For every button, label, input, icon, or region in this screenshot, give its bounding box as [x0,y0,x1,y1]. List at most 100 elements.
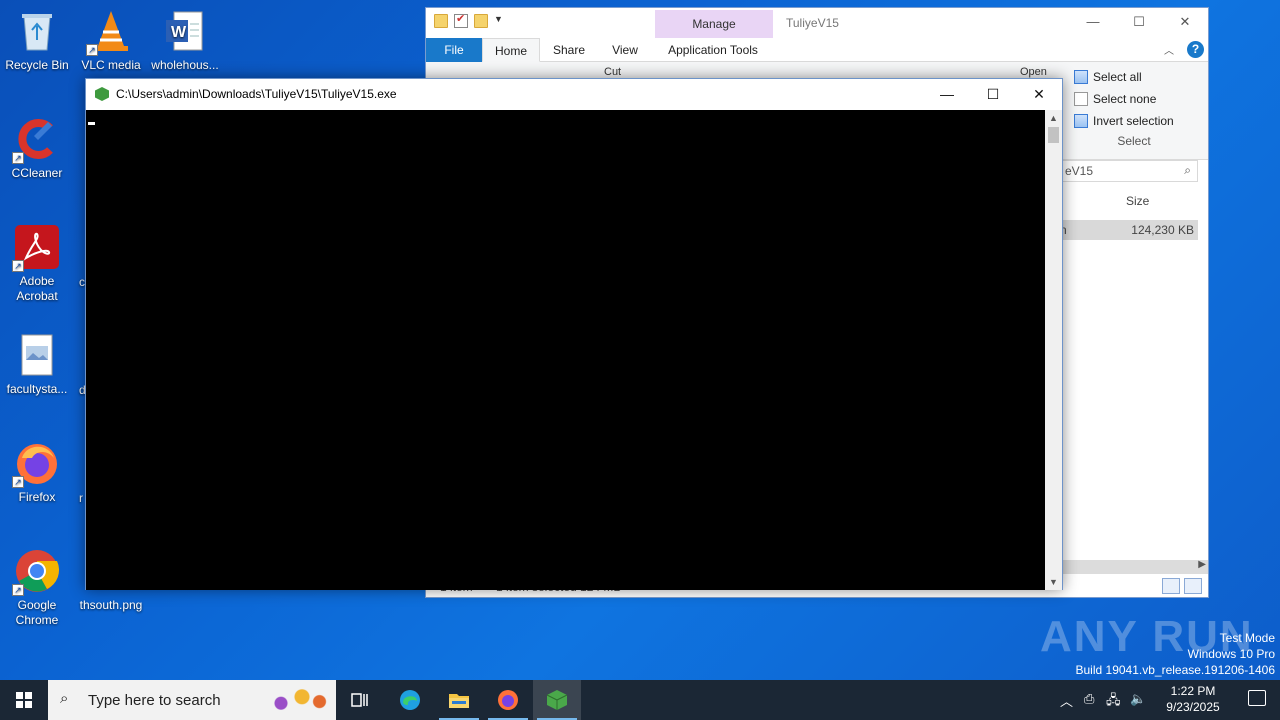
svg-text:W: W [171,24,187,41]
invert-selection-button[interactable]: Invert selection [1074,110,1194,132]
tab-view[interactable]: View [600,38,650,62]
invert-selection-icon [1074,114,1088,128]
edge-icon [400,690,420,710]
network-icon[interactable]: 🖧 [1106,691,1121,713]
app-cube-icon [546,690,568,710]
shortcut-arrow-icon: ↗ [12,152,24,164]
clock-time: 1:22 PM [1170,684,1216,698]
search-icon: ⌕ [1184,163,1191,177]
maximize-button[interactable]: ☐ [1116,8,1162,36]
scroll-down-icon[interactable]: ▼ [1045,574,1062,590]
large-icons-view-icon[interactable] [1184,578,1202,594]
desktop-icon-label: wholehous... [151,58,219,72]
window-controls: — ☐ ✕ [1070,8,1208,36]
scroll-thumb[interactable] [1048,127,1059,143]
desktop-icon-faculty-file[interactable]: facultysta... [0,332,74,397]
clock[interactable]: 1:22 PM 9/23/2025 [1158,683,1228,715]
taskbar-firefox[interactable] [484,680,532,720]
scroll-up-icon[interactable]: ▲ [1045,110,1062,126]
taskbar-file-explorer[interactable] [435,680,483,720]
search-placeholder: Type here to search [88,692,221,709]
show-hidden-icons-icon[interactable]: ︿ [1060,691,1073,710]
file-size: 124,230 KB [1131,223,1194,237]
desktop-icon-google-chrome[interactable]: ↗ Google Chrome [0,548,74,628]
help-icon[interactable]: ? [1187,41,1204,58]
desktop-icon-label: CCleaner [11,166,63,180]
quick-access-toolbar: ▼ [434,12,504,28]
window-title: C:\Users\admin\Downloads\TuliyeV15\Tuliy… [116,87,397,101]
desktop-icon-label: Adobe Acrobat [16,274,58,303]
explorer-title-bar[interactable]: ▼ Manage TuliyeV15 — ☐ ✕ [426,8,1208,38]
shortcut-arrow-icon: ↗ [12,260,24,272]
task-view-icon [351,693,368,707]
close-button[interactable]: ✕ [1162,8,1208,36]
select-none-label: Select none [1093,92,1157,106]
desktop-icon-ccleaner[interactable]: ↗ CCleaner [0,116,74,181]
tab-file[interactable]: File [426,38,482,62]
task-view-button[interactable] [336,680,384,720]
open-button[interactable]: Open [1020,66,1047,78]
start-button[interactable] [0,680,48,720]
windows-edition-label: Windows 10 Pro [1187,647,1275,661]
windows-logo-icon [16,692,32,708]
system-tray: ︿ ⎙ 🖧 🔈 1:22 PM 9/23/2025 [1060,680,1280,720]
scroll-right-icon[interactable]: ▶ [1198,559,1206,570]
details-view-icon[interactable] [1162,578,1180,594]
desktop-icon-label: Firefox [18,490,56,504]
desktop-icon-firefox[interactable]: ↗ Firefox [0,440,74,505]
tab-share[interactable]: Share [544,38,594,62]
chrome-icon: ↗ [12,548,60,596]
shortcut-arrow-icon: ↗ [86,44,98,56]
search-highlight-art [260,684,330,716]
vertical-scrollbar[interactable]: ▲ ▼ [1045,110,1062,590]
desktop-icon-label: facultysta... [6,382,68,396]
chevron-up-icon[interactable]: ︿ [1164,42,1174,57]
tab-manage[interactable]: Manage [655,10,773,38]
horizontal-scrollbar[interactable]: ▶ [1058,559,1208,574]
cut-button[interactable]: Cut [604,66,621,78]
console-title-bar[interactable]: C:\Users\admin\Downloads\TuliyeV15\Tuliy… [86,79,1062,110]
taskbar-tuliyev15[interactable] [533,680,581,720]
recycle-bin-icon [14,8,60,54]
select-all-button[interactable]: Select all [1074,66,1194,88]
ccleaner-icon: ↗ [12,116,60,164]
desktop-icon-adobe-acrobat[interactable]: ↗ Adobe Acrobat [0,224,74,304]
chevron-down-icon[interactable]: ▼ [494,14,504,28]
desktop-partial-label: r [79,491,83,505]
desktop-icon-recycle-bin[interactable]: Recycle Bin [0,8,74,73]
notification-icon[interactable] [1248,690,1266,706]
shortcut-arrow-icon: ↗ [12,584,24,596]
desktop-icon-word-doc[interactable]: W wholehous... [148,8,222,73]
text-cursor [88,122,95,125]
new-folder-icon[interactable] [474,14,488,28]
image-file-icon [14,332,60,378]
desktop-icon-label: thsouth.png [79,598,143,612]
table-row[interactable]: n 124,230 KB [1058,220,1198,240]
volume-icon[interactable]: 🔈 [1130,691,1146,707]
search-input[interactable]: eV15 ⌕ [1058,160,1198,182]
adobe-acrobat-icon: ↗ [12,224,60,272]
taskbar-search-box[interactable]: ⌕ Type here to search [48,680,336,720]
select-group-caption: Select [1117,134,1151,148]
console-window[interactable]: C:\Users\admin\Downloads\TuliyeV15\Tuliy… [85,78,1063,590]
folder-icon[interactable] [434,14,448,28]
maximize-button[interactable]: ☐ [970,79,1016,109]
tab-home[interactable]: Home [482,38,540,62]
window-controls: — ☐ ✕ [924,79,1062,109]
minimize-button[interactable]: — [924,79,970,109]
close-button[interactable]: ✕ [1016,79,1062,109]
properties-icon[interactable] [454,12,468,28]
desktop-icon-vlc[interactable]: ↗ VLC media [74,8,148,73]
minimize-button[interactable]: — [1070,8,1116,36]
select-none-button[interactable]: Select none [1074,88,1194,110]
device-icon[interactable]: ⎙ [1084,691,1094,707]
taskbar-edge[interactable] [386,680,434,720]
tab-application-tools[interactable]: Application Tools [658,38,768,62]
clock-date: 9/23/2025 [1166,700,1220,714]
select-all-icon [1074,70,1088,84]
ribbon-tabs: File Home Share View Application Tools ︿… [426,38,1208,62]
search-icon: ⌕ [60,690,69,707]
column-header-size[interactable]: Size [1126,194,1149,208]
build-label: Build 19041.vb_release.191206-1406 [1075,663,1276,677]
console-output[interactable] [86,110,1046,590]
